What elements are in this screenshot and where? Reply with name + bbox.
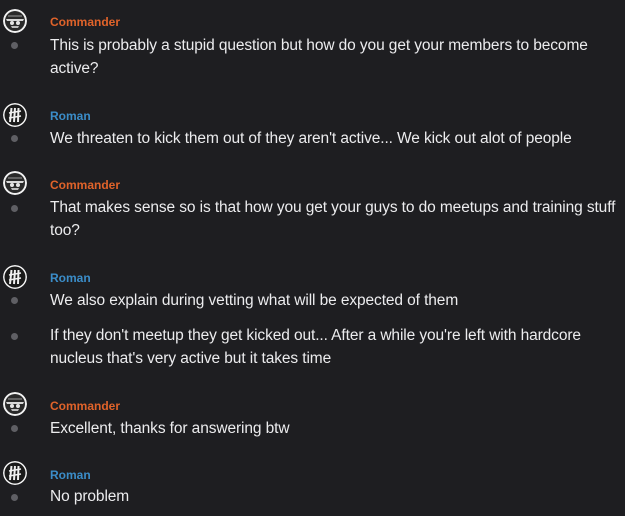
message-text: No problem <box>50 488 130 505</box>
message-text: Excellent, thanks for answering btw <box>50 420 290 437</box>
skull-emblem-icon <box>3 9 27 33</box>
username-commander[interactable]: Commander <box>50 399 120 413</box>
hashtag-emblem-icon <box>3 461 27 485</box>
message-bullet <box>11 494 18 501</box>
message-bullet <box>11 42 18 49</box>
hashtag-emblem-icon <box>3 265 27 289</box>
message-bullet <box>11 333 18 340</box>
message-text: We also explain during vetting what will… <box>50 292 459 309</box>
username-roman[interactable]: Roman <box>50 468 91 482</box>
commander-avatar[interactable] <box>3 171 27 195</box>
chat-log: Commander This is probably a stupid ques… <box>0 0 625 516</box>
username-roman[interactable]: Roman <box>50 109 91 123</box>
roman-avatar[interactable] <box>3 103 27 127</box>
username-commander[interactable]: Commander <box>50 15 120 29</box>
roman-avatar[interactable] <box>3 265 27 289</box>
message-bullet <box>11 297 18 304</box>
hashtag-emblem-icon <box>3 103 27 127</box>
username-roman[interactable]: Roman <box>50 271 91 285</box>
message-text: That makes sense so is that how you get … <box>50 199 616 239</box>
commander-avatar[interactable] <box>3 392 27 416</box>
skull-emblem-icon <box>3 171 27 195</box>
message-bullet <box>11 135 18 142</box>
message-text: We threaten to kick them out of they are… <box>50 130 572 147</box>
message-text: If they don't meetup they get kicked out… <box>50 327 581 367</box>
roman-avatar[interactable] <box>3 461 27 485</box>
username-commander[interactable]: Commander <box>50 178 120 192</box>
message-bullet <box>11 425 18 432</box>
message-bullet <box>11 205 18 212</box>
commander-avatar[interactable] <box>3 9 27 33</box>
skull-emblem-icon <box>3 392 27 416</box>
message-text: This is probably a stupid question but h… <box>50 37 588 77</box>
